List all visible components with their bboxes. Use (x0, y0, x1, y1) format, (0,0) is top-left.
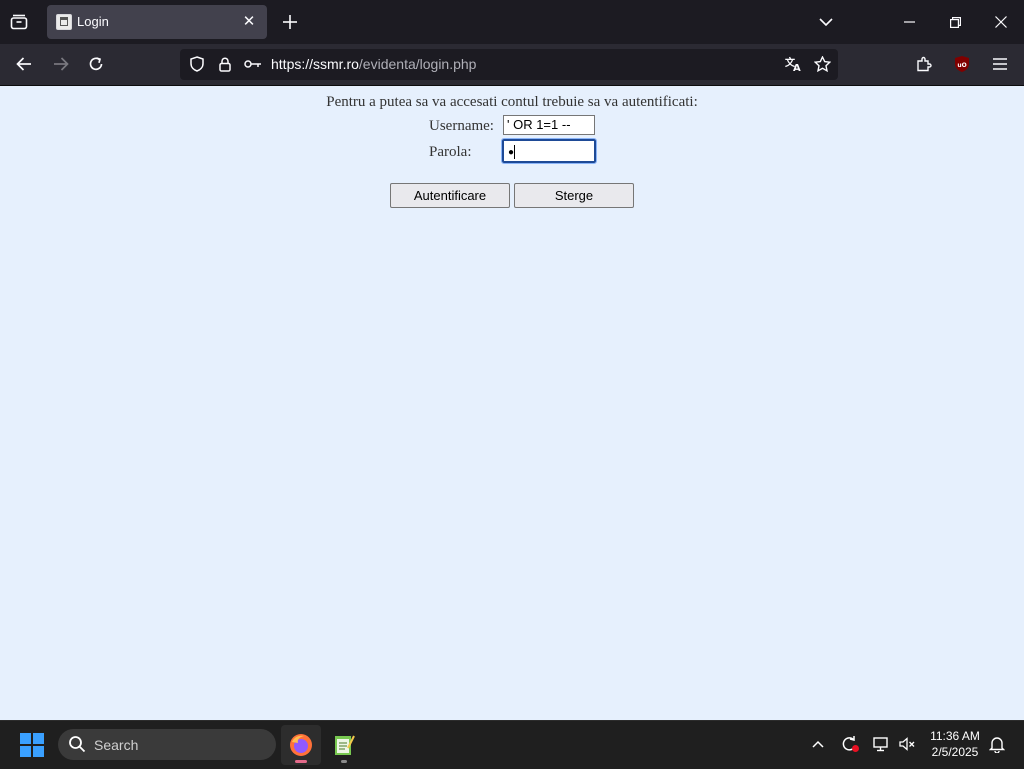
show-hidden-icons-chevron-up-icon[interactable] (807, 733, 829, 755)
close-tab-icon[interactable]: ✕ (239, 11, 259, 31)
login-instructions: Pentru a putea sa va accesati contul tre… (326, 94, 698, 110)
password-label: Parola: (429, 144, 472, 160)
taskbar-firefox-app[interactable] (281, 725, 321, 765)
open-app-indicator (341, 760, 347, 763)
username-input[interactable]: ' OR 1=1 -- (503, 115, 595, 135)
search-icon (68, 735, 86, 753)
login-submit-button[interactable]: Autentificare (390, 183, 510, 208)
password-input[interactable]: ● (501, 138, 597, 164)
notifications-bell-icon[interactable] (986, 733, 1008, 755)
notepad-icon (335, 735, 355, 755)
forward-arrow-icon[interactable] (47, 50, 75, 78)
bookmark-star-icon[interactable] (812, 54, 832, 74)
minimize-icon[interactable] (898, 11, 920, 33)
active-app-indicator (295, 760, 307, 763)
lock-icon[interactable] (215, 54, 235, 74)
ublock-origin-icon[interactable]: uO (948, 50, 976, 78)
shield-icon[interactable] (187, 54, 207, 74)
extensions-puzzle-icon[interactable] (910, 50, 938, 78)
url-path: /evidenta/login.php (358, 56, 477, 72)
back-arrow-icon[interactable] (10, 50, 38, 78)
reload-icon[interactable] (82, 50, 110, 78)
translate-icon[interactable]: 文A (784, 54, 804, 74)
clear-button[interactable]: Sterge (514, 183, 634, 208)
restore-icon[interactable] (944, 11, 966, 33)
system-clock[interactable]: 11:36 AM 2/5/2025 (922, 728, 988, 760)
network-icon[interactable] (870, 733, 892, 755)
new-tab-icon[interactable] (279, 11, 301, 33)
taskbar-search-box[interactable]: Search (58, 729, 276, 760)
key-icon[interactable] (242, 54, 264, 74)
tab-list-chevron-down-icon[interactable] (815, 11, 837, 33)
page-content: Pentru a putea sa va accesati contul tre… (0, 86, 1024, 720)
clock-time: 11:36 AM (930, 729, 980, 743)
firefox-icon (290, 734, 312, 756)
username-label: Username: (429, 118, 494, 134)
taskbar-notepad-app[interactable] (324, 725, 364, 765)
text-caret (514, 144, 516, 159)
url-domain: https://ssmr.ro (271, 56, 359, 72)
address-bar[interactable]: https://ssmr.ro/evidenta/login.php 文A (180, 49, 838, 80)
svg-text:A: A (793, 63, 801, 72)
url-text[interactable]: https://ssmr.ro/evidenta/login.php (271, 56, 476, 72)
tab-login[interactable]: Login ✕ (47, 5, 267, 39)
search-placeholder: Search (94, 737, 139, 753)
tab-title: Login (77, 14, 109, 29)
sync-alert-icon[interactable] (839, 733, 861, 755)
hamburger-menu-icon[interactable] (986, 50, 1014, 78)
navigation-toolbar: https://ssmr.ro/evidenta/login.php 文A uO (0, 44, 1024, 86)
site-favicon-icon (56, 14, 72, 30)
tab-bar: Login ✕ (0, 0, 1024, 44)
svg-text:uO: uO (957, 62, 966, 69)
volume-muted-icon[interactable] (896, 733, 918, 755)
windows-start-icon[interactable] (20, 733, 44, 757)
close-window-icon[interactable] (990, 11, 1012, 33)
taskbar: Search 11:36 AM 2/5/2025 (0, 720, 1024, 769)
clock-date: 2/5/2025 (931, 745, 979, 759)
tab-overview-icon[interactable] (8, 11, 30, 33)
username-value: ' OR 1=1 -- (507, 117, 571, 132)
